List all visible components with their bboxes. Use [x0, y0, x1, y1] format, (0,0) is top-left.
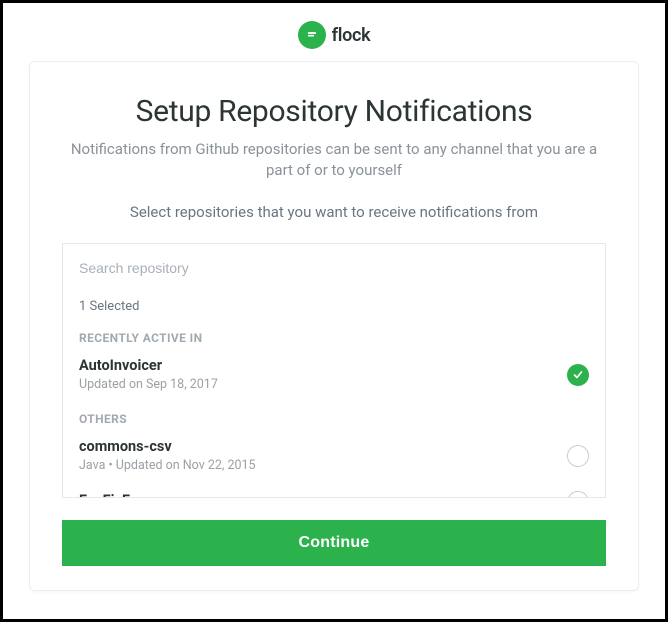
selection-instruction: Select repositories that you want to rec…: [130, 203, 538, 221]
search-input[interactable]: [79, 260, 589, 276]
repo-item-autoinvoicer[interactable]: AutoInvoicer Updated on Sep 18, 2017: [63, 351, 605, 404]
repo-name: AutoInvoicer: [79, 357, 218, 374]
repo-meta: Updated on Sep 18, 2017: [79, 377, 218, 392]
search-wrap: [63, 244, 605, 291]
section-others-label: OTHERS: [63, 404, 605, 432]
continue-button[interactable]: Continue: [62, 520, 606, 566]
repo-info: FanFicFare: [79, 492, 150, 497]
repo-name: commons-csv: [79, 438, 256, 455]
brand-logo-row: flock: [298, 21, 371, 49]
checkbox-unselected-icon[interactable]: [567, 445, 589, 467]
repo-meta: Java • Updated on Nov 22, 2015: [79, 458, 256, 473]
brand-name: flock: [332, 25, 371, 46]
repository-list-box: 1 Selected RECENTLY ACTIVE IN AutoInvoic…: [62, 243, 606, 498]
page-subtitle: Notifications from Github repositories c…: [62, 139, 606, 181]
flock-logo-icon: [298, 21, 326, 49]
repo-item-commons-csv[interactable]: commons-csv Java • Updated on Nov 22, 20…: [63, 432, 605, 485]
checkbox-unselected-icon[interactable]: [567, 491, 589, 497]
selected-count-label: 1 Selected: [63, 291, 605, 322]
repo-info: AutoInvoicer Updated on Sep 18, 2017: [79, 357, 218, 392]
repo-info: commons-csv Java • Updated on Nov 22, 20…: [79, 438, 256, 473]
section-recent-label: RECENTLY ACTIVE IN: [63, 323, 605, 351]
page-title: Setup Repository Notifications: [136, 94, 533, 129]
repo-name: FanFicFare: [79, 492, 150, 497]
checkmark-selected-icon[interactable]: [567, 364, 589, 386]
setup-card: Setup Repository Notifications Notificat…: [29, 61, 639, 591]
repository-scroll-area[interactable]: RECENTLY ACTIVE IN AutoInvoicer Updated …: [63, 322, 605, 497]
repo-item-fanficfare[interactable]: FanFicFare: [63, 485, 605, 497]
